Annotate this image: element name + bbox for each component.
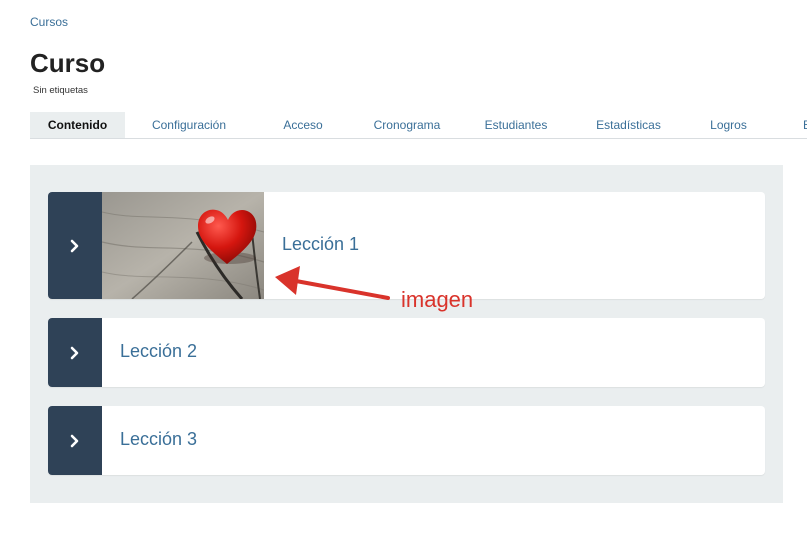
tab-configuracion[interactable]: Configuración	[125, 112, 253, 138]
lesson-item-3[interactable]: Lección 3	[48, 406, 765, 475]
tab-bar: Contenido Configuración Acceso Cronogram…	[30, 112, 807, 139]
tab-contenido[interactable]: Contenido	[30, 112, 125, 138]
lesson-item-1[interactable]: Lección 1	[48, 192, 765, 299]
lesson-2-title[interactable]: Lección 2	[120, 341, 197, 362]
page-title: Curso	[30, 48, 106, 78]
lesson-3-expand-button[interactable]	[48, 406, 102, 475]
lesson-1-image	[102, 192, 264, 299]
tab-logros[interactable]: Logros	[686, 112, 771, 138]
lesson-item-2[interactable]: Lección 2	[48, 318, 765, 387]
tab-estadisticas[interactable]: Estadísticas	[571, 112, 686, 138]
tab-estudiantes[interactable]: Estudiantes	[461, 112, 571, 138]
lesson-2-expand-button[interactable]	[48, 318, 102, 387]
chevron-right-icon	[70, 239, 79, 252]
breadcrumb-cursos[interactable]: Cursos	[30, 15, 68, 29]
tab-more[interactable]: E	[771, 112, 807, 138]
chevron-right-icon	[70, 346, 79, 359]
chevron-right-icon	[70, 434, 79, 447]
tab-cronograma[interactable]: Cronograma	[353, 112, 461, 138]
annotation-label: imagen	[401, 287, 474, 312]
tags-label: Sin etiquetas	[33, 85, 88, 96]
lesson-1-expand-button[interactable]	[48, 192, 102, 299]
tab-acceso[interactable]: Acceso	[253, 112, 353, 138]
lessons-panel: Lección 1 Lección 2 Lección 3	[30, 165, 783, 503]
lesson-3-title[interactable]: Lección 3	[120, 429, 197, 450]
lesson-1-title[interactable]: Lección 1	[282, 234, 359, 255]
